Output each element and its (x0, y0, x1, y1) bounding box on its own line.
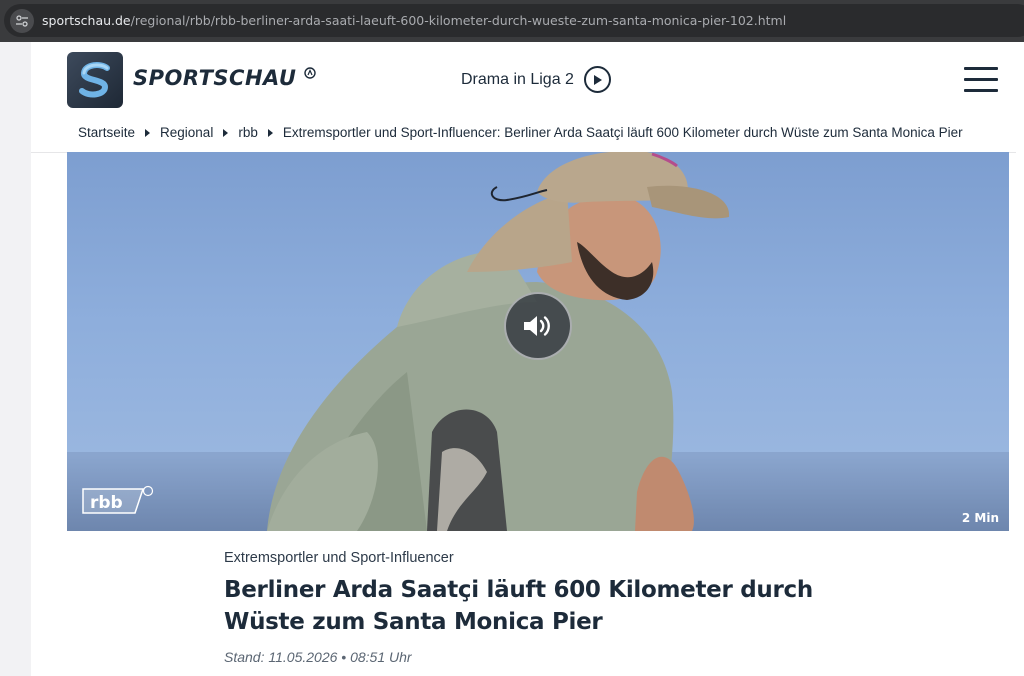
menu-hamburger-icon[interactable] (964, 67, 998, 93)
browser-toolbar: sportschau.de/regional/rbb/rbb-berliner-… (0, 0, 1024, 42)
breadcrumb-separator-icon (145, 128, 151, 137)
breadcrumb-separator-icon (223, 128, 229, 137)
breadcrumb-item-rbb[interactable]: rbb (238, 125, 258, 140)
ard-logo-icon (304, 67, 316, 79)
sportschau-logo-icon[interactable] (67, 52, 123, 108)
breadcrumb: Startseite Regional rbb Extremsportler u… (78, 125, 963, 140)
url-path: /regional/rbb/rbb-berliner-arda-saati-la… (130, 13, 787, 28)
video-duration: 2 Min (961, 511, 999, 525)
sound-toggle-button[interactable] (504, 292, 572, 360)
breadcrumb-item-regional[interactable]: Regional (160, 125, 213, 140)
article-timestamp: Stand: 11.05.2026 • 08:51 Uhr (224, 649, 412, 665)
svg-text:rbb: rbb (90, 493, 123, 513)
speaker-icon (524, 316, 550, 336)
logo-wordmark[interactable]: SPORTSCHAU (133, 66, 296, 90)
article-headline: Berliner Arda Saatçi läuft 600 Kilometer… (224, 577, 813, 635)
breadcrumb-item-startseite[interactable]: Startseite (78, 125, 135, 140)
video-player[interactable]: rbb 2 Min (67, 152, 1009, 531)
page-left-margin (0, 42, 31, 676)
article-kicker: Extremsportler und Sport-Influencer (224, 550, 454, 566)
breadcrumb-item-current: Extremsportler und Sport-Influencer: Ber… (282, 125, 963, 140)
breadcrumb-separator-icon (267, 128, 273, 137)
promo-link[interactable]: Drama in Liga 2 (461, 66, 611, 93)
url-text[interactable]: sportschau.de/regional/rbb/rbb-berliner-… (42, 13, 786, 28)
site-settings-icon[interactable] (10, 8, 34, 33)
rbb-broadcaster-logo: rbb (81, 485, 155, 519)
url-domain: sportschau.de (42, 13, 131, 28)
promo-label: Drama in Liga 2 (461, 70, 574, 88)
address-bar[interactable]: sportschau.de/regional/rbb/rbb-berliner-… (4, 4, 1024, 37)
play-icon[interactable] (583, 66, 611, 93)
